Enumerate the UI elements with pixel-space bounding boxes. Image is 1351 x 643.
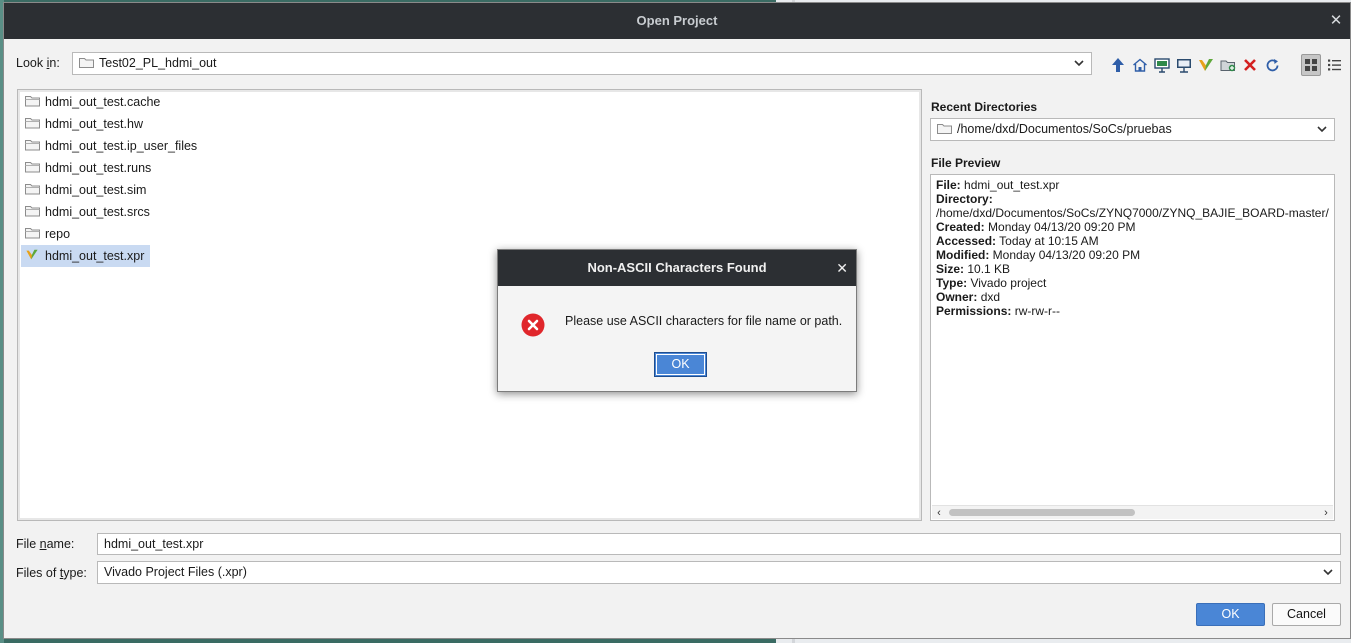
- window-close-button[interactable]: ✕: [1328, 3, 1344, 39]
- preview-size-row: Size: 10.1 KB: [936, 262, 1011, 276]
- grid-view-icon[interactable]: [1301, 54, 1321, 76]
- file-preview-label: File Preview: [931, 156, 1001, 170]
- folder-icon: [79, 57, 94, 68]
- list-item[interactable]: hdmi_out_test.srcs: [21, 201, 156, 223]
- preview-accessed-row: Accessed: Today at 10:15 AM: [936, 234, 1099, 248]
- window-title: Open Project: [636, 13, 718, 28]
- chevron-down-icon: [1074, 60, 1084, 67]
- folder-icon: [25, 136, 40, 151]
- preview-directory-row: Directory:: [936, 192, 993, 206]
- ok-button[interactable]: OK: [1196, 603, 1265, 626]
- preview-created-row: Created: Monday 04/13/20 09:20 PM: [936, 220, 1136, 234]
- list-item[interactable]: hdmi_out_test.ip_user_files: [21, 135, 203, 157]
- preview-owner-row: Owner: dxd: [936, 290, 1001, 304]
- computer-icon[interactable]: [1174, 54, 1194, 76]
- look-in-combo[interactable]: Test02_PL_hdmi_out: [72, 52, 1092, 75]
- files-of-type-value: Vivado Project Files (.xpr): [104, 565, 247, 579]
- list-item[interactable]: repo: [21, 223, 76, 245]
- home-icon[interactable]: [1130, 54, 1150, 76]
- folder-icon: [25, 224, 40, 239]
- dialog-close-button[interactable]: ✕: [836, 250, 848, 286]
- desktop-icon[interactable]: [1152, 54, 1172, 76]
- folder-icon: [25, 202, 40, 217]
- up-folder-icon[interactable]: [1108, 54, 1128, 76]
- new-folder-icon[interactable]: [1218, 54, 1238, 76]
- scrollbar-thumb[interactable]: [949, 509, 1135, 516]
- window-titlebar: Open Project ✕: [4, 3, 1350, 39]
- recent-directories-label: Recent Directories: [931, 100, 1038, 114]
- look-in-label: Look in:: [16, 56, 60, 70]
- list-item[interactable]: hdmi_out_test.runs: [21, 157, 157, 179]
- error-icon: [521, 313, 545, 337]
- non-ascii-dialog: Non-ASCII Characters Found ✕ Please use …: [497, 249, 857, 392]
- dialog-titlebar: Non-ASCII Characters Found: [498, 250, 856, 286]
- list-view-icon[interactable]: [1324, 54, 1344, 76]
- look-in-value: Test02_PL_hdmi_out: [99, 56, 217, 70]
- files-of-type-combo[interactable]: Vivado Project Files (.xpr): [97, 561, 1341, 584]
- list-item[interactable]: hdmi_out_test.hw: [21, 113, 149, 135]
- folder-icon: [25, 158, 40, 173]
- chevron-down-icon: [1323, 569, 1333, 576]
- folder-icon: [937, 123, 952, 134]
- delete-icon[interactable]: [1240, 54, 1260, 76]
- chevron-down-icon: [1317, 126, 1327, 133]
- list-item[interactable]: hdmi_out_test.cache: [21, 91, 166, 113]
- file-name-label: File name:: [16, 537, 75, 551]
- dialog-message: Please use ASCII characters for file nam…: [565, 314, 843, 328]
- recent-directory-value: /home/dxd/Documentos/SoCs/pruebas: [957, 122, 1172, 136]
- folder-icon: [25, 92, 40, 107]
- preview-type-row: Type: Vivado project: [936, 276, 1047, 290]
- recent-directories-combo[interactable]: /home/dxd/Documentos/SoCs/pruebas: [930, 118, 1335, 141]
- vivado-icon[interactable]: [1196, 54, 1216, 76]
- file-name-field[interactable]: hdmi_out_test.xpr: [97, 533, 1341, 555]
- cancel-button[interactable]: Cancel: [1272, 603, 1341, 626]
- list-item-selected[interactable]: hdmi_out_test.xpr: [21, 245, 151, 267]
- scroll-left-icon[interactable]: ‹: [933, 506, 945, 520]
- horizontal-scrollbar[interactable]: ‹ ›: [932, 505, 1333, 519]
- folder-icon: [25, 114, 40, 129]
- preview-modified-row: Modified: Monday 04/13/20 09:20 PM: [936, 248, 1141, 262]
- dialog-ok-button[interactable]: OK: [654, 352, 707, 377]
- list-item[interactable]: hdmi_out_test.sim: [21, 179, 152, 201]
- preview-directory-value: /home/dxd/Documentos/SoCs/ZYNQ7000/ZYNQ_…: [936, 206, 1329, 220]
- preview-permissions-row: Permissions: rw-rw-r--: [936, 304, 1061, 318]
- folder-icon: [25, 180, 40, 195]
- refresh-icon[interactable]: [1262, 54, 1282, 76]
- file-preview-panel: File: hdmi_out_test.xpr Directory: /home…: [930, 174, 1335, 521]
- vivado-icon: [25, 246, 40, 260]
- preview-file-row: File: hdmi_out_test.xpr: [936, 178, 1060, 192]
- scroll-right-icon[interactable]: ›: [1320, 506, 1332, 520]
- dialog-title: Non-ASCII Characters Found: [587, 260, 767, 275]
- files-of-type-label: Files of type:: [16, 566, 87, 580]
